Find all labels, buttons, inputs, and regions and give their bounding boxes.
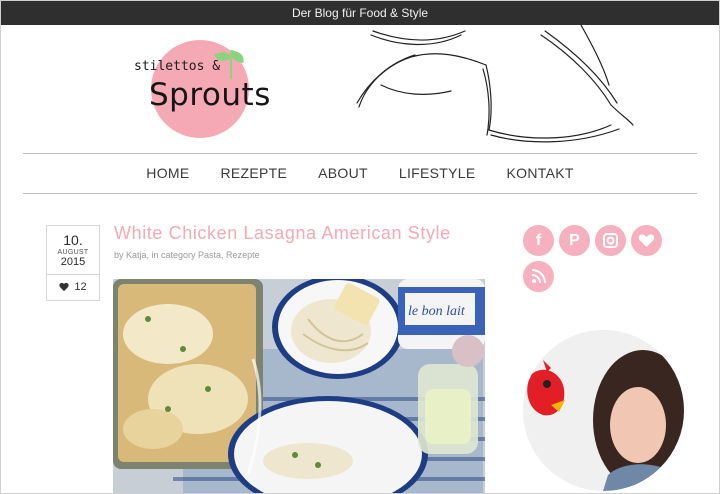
post-date: 10. AUGUST 2015 (47, 226, 99, 275)
sprout-stem (230, 59, 232, 79)
nav-item-lifestyle[interactable]: LIFESTYLE (399, 165, 476, 181)
nav-item-home[interactable]: HOME (146, 165, 189, 181)
pinterest-icon[interactable]: P (559, 225, 590, 256)
facebook-icon[interactable]: f (523, 225, 554, 256)
post-date-box: 10. AUGUST 2015 12 (46, 225, 100, 301)
top-tagline-bar: Der Blog für Food & Style (1, 1, 719, 25)
like-count: 12 (74, 281, 87, 293)
date-month: AUGUST (57, 249, 89, 256)
nav-item-rezepte[interactable]: REZEPTE (220, 165, 287, 181)
logo-main-text: Sprouts (149, 77, 271, 113)
date-day: 10. (63, 232, 83, 248)
heart-glyph (638, 234, 655, 247)
rss-glyph (531, 269, 546, 284)
nav-bottom-divider (23, 193, 697, 194)
post-image-lasagna[interactable]: le bon lait (113, 279, 485, 493)
date-year: 2015 (60, 256, 86, 268)
nav-item-kontakt[interactable]: KONTAKT (507, 165, 574, 181)
page-frame: Der Blog für Food & Style stilettos & Sp… (0, 0, 720, 494)
logo-top-text: stilettos & (134, 59, 221, 74)
heart-icon (59, 283, 69, 292)
post-meta: by Katja, in category Pasta, Rezepte (114, 250, 260, 260)
instagram-glyph (603, 233, 618, 248)
header-sketch-illustration (356, 25, 634, 143)
jar-label: le bon lait (408, 304, 466, 319)
heart-icon[interactable] (631, 225, 662, 256)
profile-portrait (523, 330, 684, 491)
site-logo[interactable]: stilettos & Sprouts (131, 37, 291, 142)
rss-icon[interactable] (523, 261, 554, 292)
lasagna-photo: le bon lait (113, 279, 485, 493)
nav-item-about[interactable]: ABOUT (318, 165, 368, 181)
like-counter[interactable]: 12 (47, 275, 99, 299)
main-navigation: HOME REZEPTE ABOUT LIFESTYLE KONTAKT (23, 154, 697, 192)
author-profile-photo[interactable] (523, 330, 684, 491)
instagram-icon[interactable] (595, 225, 626, 256)
tagline: Der Blog für Food & Style (291, 6, 429, 20)
post-title[interactable]: White Chicken Lasagna American Style (114, 223, 451, 244)
